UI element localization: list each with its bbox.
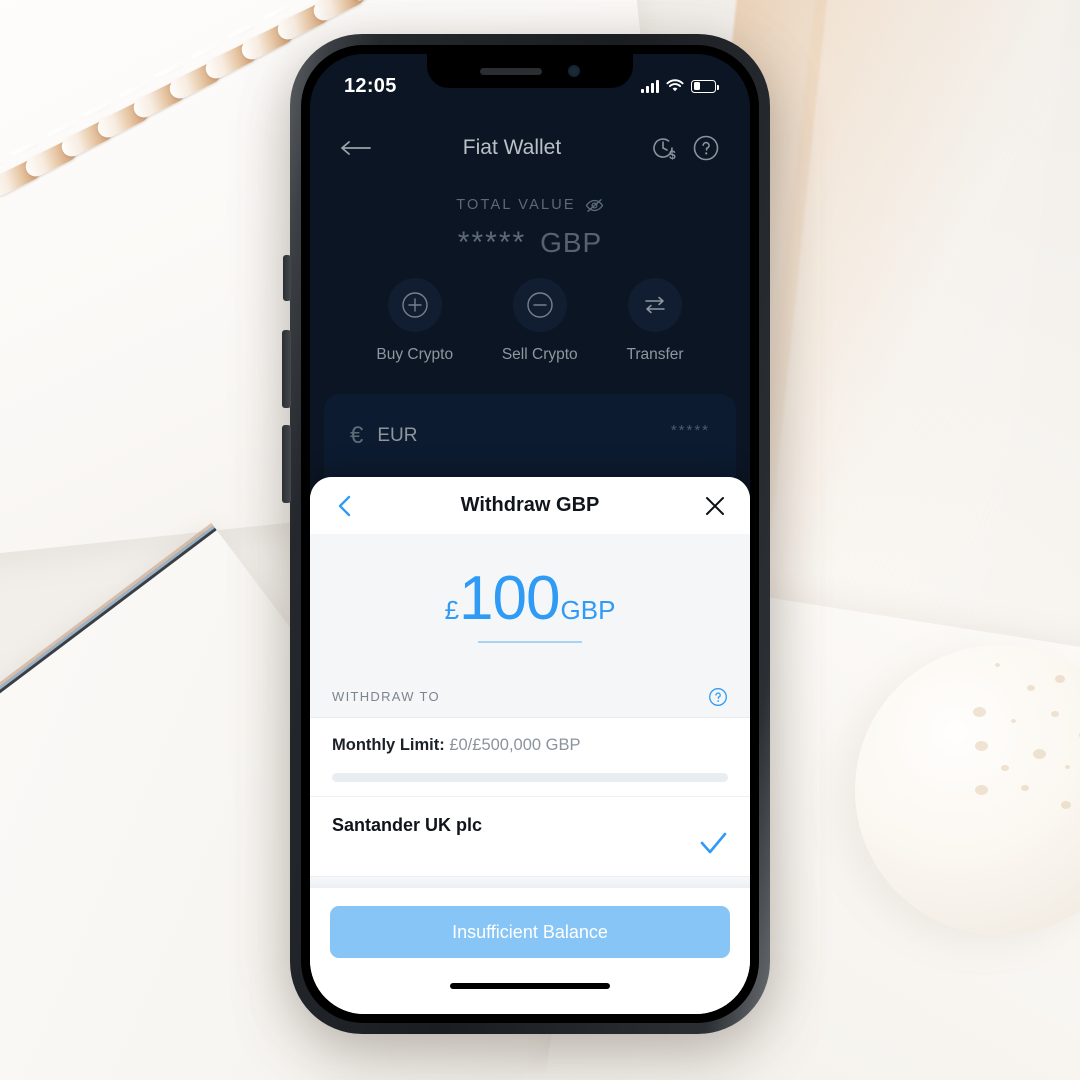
total-value-amount: ***** GBP bbox=[310, 223, 750, 260]
volume-up-button[interactable] bbox=[282, 330, 291, 408]
sheet-spacer bbox=[310, 859, 750, 876]
transfer-label: Transfer bbox=[626, 346, 684, 363]
sheet-title: Withdraw GBP bbox=[460, 494, 600, 516]
status-time: 12:05 bbox=[344, 74, 397, 97]
withdraw-to-label: WITHDRAW TO bbox=[332, 689, 440, 704]
eye-off-icon[interactable] bbox=[585, 198, 604, 213]
front-camera bbox=[568, 65, 580, 77]
battery-low-icon bbox=[691, 79, 719, 93]
total-value-masked: ***** bbox=[457, 226, 527, 259]
mute-switch[interactable] bbox=[283, 255, 291, 301]
amount-value[interactable]: 100 bbox=[459, 567, 560, 630]
home-indicator-area bbox=[310, 958, 750, 1014]
total-value-label: TOTAL VALUE bbox=[456, 197, 576, 213]
sheet-footer: Insufficient Balance bbox=[310, 888, 750, 958]
monthly-limit-progress-bar bbox=[332, 773, 728, 782]
withdraw-bottom-sheet: Withdraw GBP £ 100 GBP WITHDRAW TO Month… bbox=[310, 477, 750, 1014]
euro-symbol-icon: € bbox=[350, 422, 364, 449]
total-value-currency: GBP bbox=[540, 227, 603, 258]
sheet-back-button[interactable] bbox=[332, 493, 358, 519]
monthly-limit-label: Monthly Limit: bbox=[332, 736, 445, 754]
sheet-divider-band bbox=[310, 876, 750, 888]
arrow-left-icon[interactable] bbox=[340, 138, 374, 158]
sell-crypto-button[interactable] bbox=[512, 278, 567, 332]
home-indicator[interactable] bbox=[450, 983, 610, 989]
minus-circle-icon bbox=[527, 292, 553, 318]
amount-currency-symbol: £ bbox=[444, 594, 460, 625]
help-circle-icon[interactable] bbox=[708, 687, 728, 707]
phone-bezel: 12:05 Fiat Wallet $ TOTAL VALUE ***** GB… bbox=[301, 45, 759, 1023]
fiat-wallet-app: 12:05 Fiat Wallet $ TOTAL VALUE ***** GB… bbox=[310, 54, 750, 1014]
total-value-label-row: TOTAL VALUE bbox=[456, 197, 604, 213]
status-icons bbox=[641, 69, 719, 93]
chevron-left-icon bbox=[338, 495, 351, 516]
transaction-history-icon[interactable]: $ bbox=[650, 134, 678, 162]
buy-crypto-label: Buy Crypto bbox=[376, 346, 454, 363]
fiat-currency-identity: € EUR bbox=[350, 422, 417, 450]
action-buy-crypto[interactable]: Buy Crypto bbox=[376, 278, 453, 364]
withdraw-to-section-header: WITHDRAW TO bbox=[310, 676, 750, 718]
device-notch bbox=[427, 54, 633, 88]
buy-crypto-button[interactable] bbox=[387, 278, 442, 332]
wifi-icon bbox=[666, 79, 684, 92]
bank-account-option[interactable]: Santander UK plc bbox=[310, 796, 750, 859]
bank-name: Santander UK plc bbox=[332, 815, 483, 835]
transfer-button[interactable] bbox=[628, 278, 682, 332]
action-transfer[interactable]: Transfer bbox=[626, 278, 684, 364]
amount-input-underline bbox=[478, 640, 582, 643]
volume-down-button[interactable] bbox=[282, 425, 291, 503]
sell-crypto-label: Sell Crypto bbox=[501, 346, 578, 363]
action-sell-crypto[interactable]: Sell Crypto bbox=[502, 278, 578, 364]
withdraw-amount-area[interactable]: £ 100 GBP bbox=[310, 534, 750, 676]
monthly-limit-block: Monthly Limit: £0/£500,000 GBP bbox=[310, 718, 750, 782]
amount-currency-code: GBP bbox=[560, 594, 616, 625]
earpiece-speaker bbox=[480, 67, 542, 75]
phone-screen: 12:05 Fiat Wallet $ TOTAL VALUE ***** GB… bbox=[310, 54, 750, 1014]
quick-actions-row: Buy Crypto Sell Crypto Transfer bbox=[310, 278, 750, 364]
phone-device: 12:05 Fiat Wallet $ TOTAL VALUE ***** GB… bbox=[290, 34, 770, 1034]
withdraw-amount-input[interactable]: £ 100 GBP bbox=[444, 567, 616, 630]
monthly-limit-value: £0/£500,000 GBP bbox=[449, 736, 581, 754]
check-icon bbox=[700, 832, 727, 854]
nav-actions: $ bbox=[650, 134, 720, 162]
plus-circle-icon bbox=[402, 292, 428, 318]
svg-text:$: $ bbox=[669, 148, 676, 162]
fiat-balance-masked: ***** bbox=[670, 422, 710, 439]
monthly-limit-text: Monthly Limit: £0/£500,000 GBP bbox=[332, 736, 728, 755]
app-navigation-bar: Fiat Wallet $ bbox=[310, 120, 750, 176]
fiat-currency-code: EUR bbox=[377, 425, 418, 446]
transfer-arrows-icon bbox=[645, 296, 665, 314]
sheet-close-button[interactable] bbox=[702, 493, 728, 519]
total-value-block: TOTAL VALUE ***** GBP bbox=[310, 196, 750, 260]
close-x-icon bbox=[706, 496, 724, 515]
help-circle-icon[interactable] bbox=[692, 134, 720, 162]
cellular-signal-icon bbox=[641, 79, 659, 93]
page-title: Fiat Wallet bbox=[462, 136, 562, 159]
submit-withdrawal-button[interactable]: Insufficient Balance bbox=[330, 906, 730, 958]
sheet-header: Withdraw GBP bbox=[310, 477, 750, 534]
